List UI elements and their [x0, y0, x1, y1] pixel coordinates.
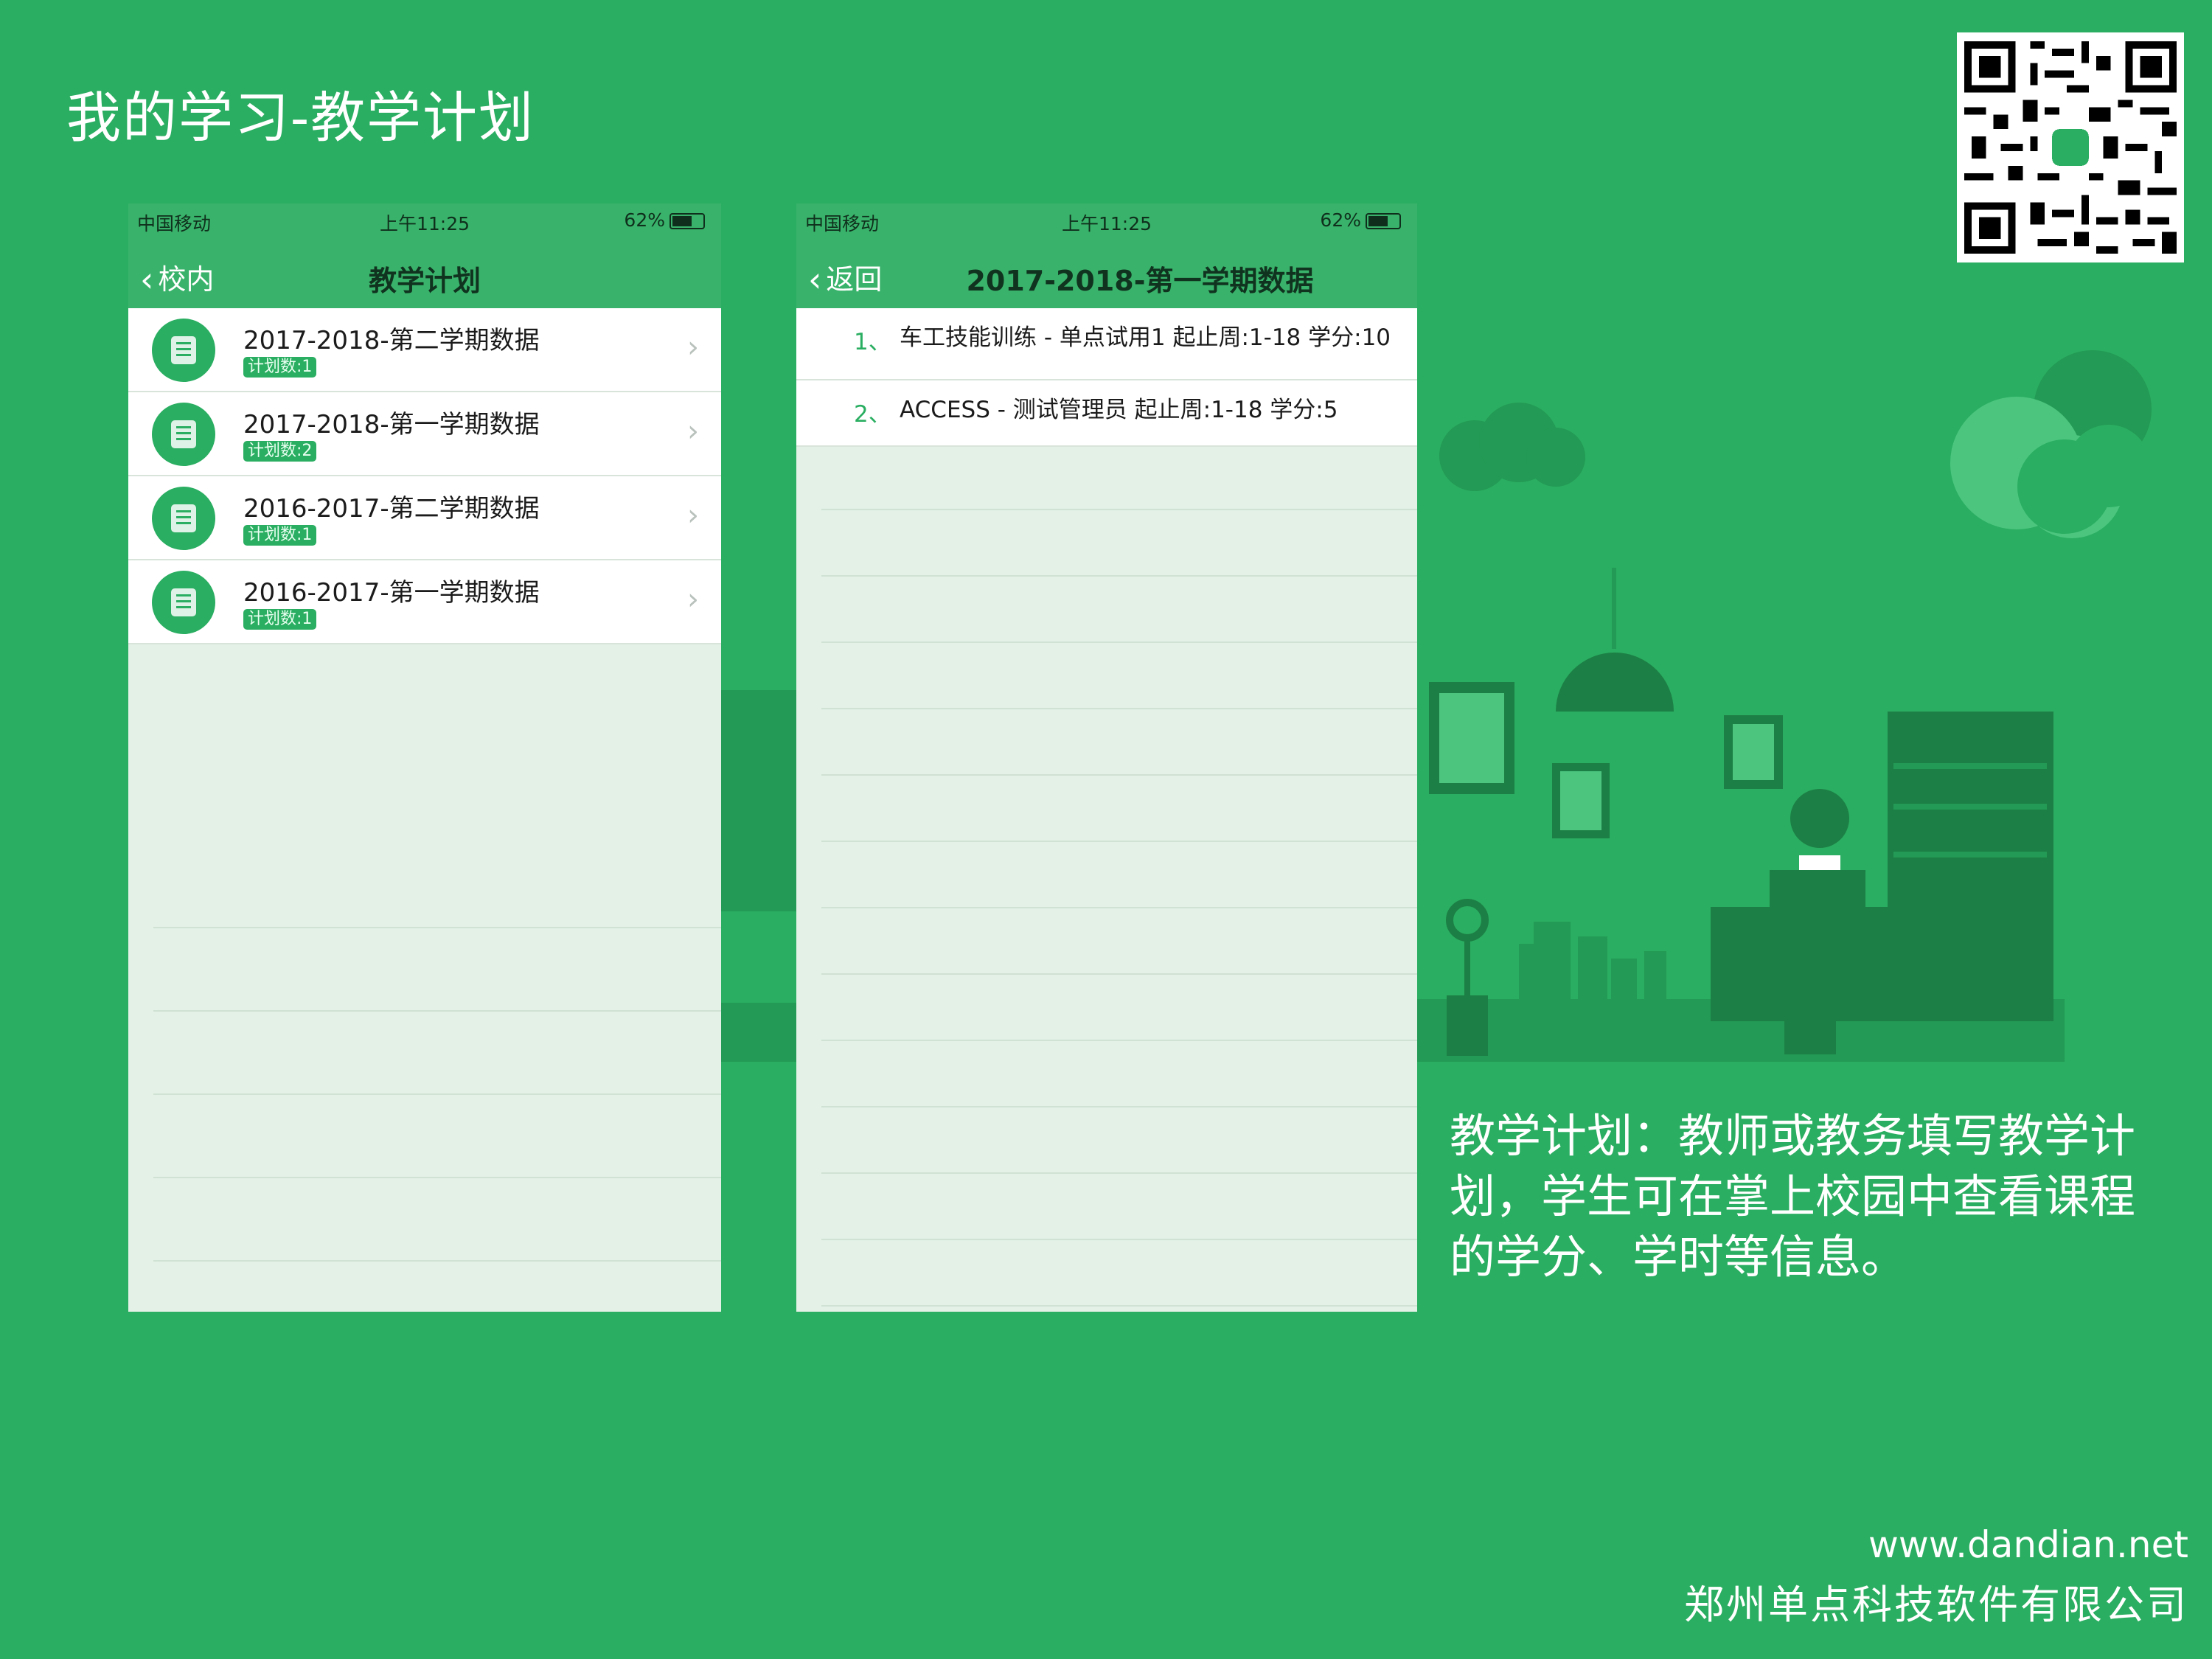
battery-icon [1366, 213, 1401, 229]
nav-bar: ‹ 校内 教学计划 [128, 240, 721, 308]
course-text: 车工技能训练 - 单点试用1 起止周:1-18 学分:10 [900, 324, 1391, 351]
chevron-right-icon: › [687, 414, 699, 448]
company-website: www.dandian.net [1868, 1523, 2188, 1566]
course-text: ACCESS - 测试管理员 起止周:1-18 学分:5 [900, 397, 1338, 423]
course-index: 1、 [854, 329, 891, 355]
nav-bar: ‹ 返回 2017-2018-第一学期数据 [796, 240, 1417, 308]
phone-plan-detail: 中国移动 上午11:25 62% ‹ 返回 2017-2018-第一学期数据 1、… [796, 204, 1417, 1312]
qr-code [1957, 32, 2184, 262]
company-name: 郑州单点科技软件有限公司 [1684, 1582, 2188, 1628]
plan-count-badge: 计划数:1 [243, 525, 317, 546]
course-item[interactable]: 2、 ACCESS - 测试管理员 起止周:1-18 学分:5 [796, 380, 1417, 447]
plan-name: 2016-2017-第二学期数据 [243, 494, 540, 524]
plan-item[interactable]: 2016-2017-第二学期数据 计划数:1 › [128, 476, 721, 560]
chevron-right-icon: › [687, 582, 699, 616]
plan-count-badge: 计划数:1 [243, 609, 317, 630]
battery-indicator: 62% [1320, 209, 1401, 231]
battery-indicator: 62% [624, 209, 705, 231]
empty-list-area [821, 444, 1417, 1312]
battery-icon [669, 213, 705, 229]
plan-document-icon [152, 571, 215, 634]
course-list: 1、 车工技能训练 - 单点试用1 起止周:1-18 学分:10 2、 ACCE… [796, 308, 1417, 447]
feature-description: 教学计划：教师或教务填写教学计划，学生可在掌上校园中查看课程的学分、学时等信息。 [1450, 1109, 2136, 1284]
chevron-right-icon: › [687, 498, 699, 532]
plan-name: 2016-2017-第一学期数据 [243, 578, 540, 608]
page-title: 2017-2018-第一学期数据 [966, 265, 1314, 297]
plan-document-icon [152, 487, 215, 550]
plan-item[interactable]: 2017-2018-第一学期数据 计划数:2 › [128, 392, 721, 476]
chevron-left-icon: ‹ [808, 260, 822, 299]
chevron-right-icon: › [687, 330, 699, 364]
battery-percent: 62% [624, 209, 665, 231]
plan-list: 2017-2018-第二学期数据 计划数:1 › 2017-2018-第一学期数… [128, 308, 721, 644]
plan-name: 2017-2018-第一学期数据 [243, 410, 540, 439]
battery-percent: 62% [1320, 209, 1361, 231]
phone-plan-list: 中国移动 上午11:25 62% ‹ 校内 教学计划 2017-2018-第二学期… [128, 204, 721, 1312]
plan-document-icon [152, 319, 215, 382]
empty-list-area [153, 845, 721, 1312]
plan-item[interactable]: 2017-2018-第二学期数据 计划数:1 › [128, 308, 721, 392]
slide-title: 我的学习-教学计划 [66, 86, 535, 150]
status-bar: 中国移动 上午11:25 62% [128, 204, 721, 240]
plan-count-badge: 计划数:1 [243, 357, 317, 378]
course-index: 2、 [854, 401, 891, 428]
plan-item[interactable]: 2016-2017-第一学期数据 计划数:1 › [128, 560, 721, 644]
page-title: 教学计划 [368, 265, 481, 297]
plan-name: 2017-2018-第二学期数据 [243, 326, 540, 355]
status-bar: 中国移动 上午11:25 62% [796, 204, 1417, 240]
plan-document-icon [152, 403, 215, 466]
plan-count-badge: 计划数:2 [243, 441, 317, 462]
course-item[interactable]: 1、 车工技能训练 - 单点试用1 起止周:1-18 学分:10 [796, 308, 1417, 380]
